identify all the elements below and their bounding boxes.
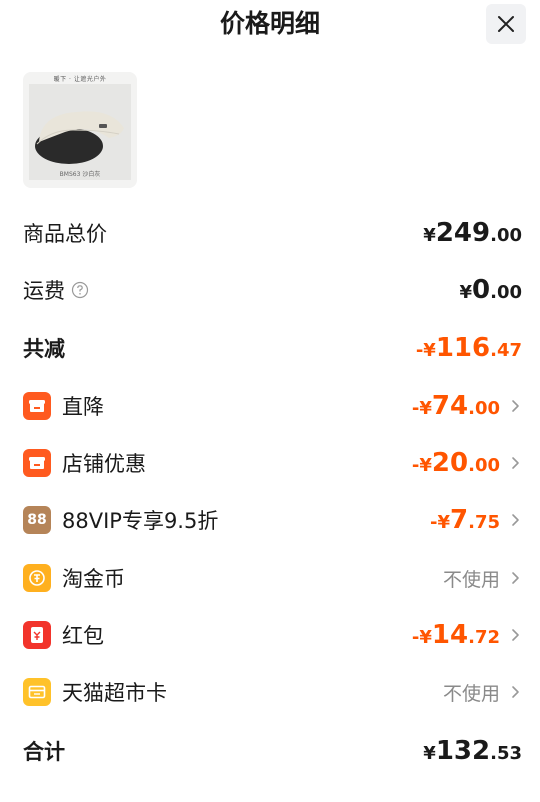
row-tmall-card[interactable]: 天猫超市卡 不使用 — [23, 672, 522, 712]
page-title: 价格明细 — [219, 9, 320, 38]
row-red-packet[interactable]: 红包 - ¥ 14 .72 — [23, 615, 522, 655]
amount-integer: 0 — [472, 275, 491, 305]
coin-icon — [23, 564, 51, 592]
amount-decimal: .53 — [490, 743, 522, 764]
amount-currency: ¥ — [419, 398, 432, 419]
taojinbi-label: 淘金币 — [62, 567, 125, 591]
amount-decimal: .00 — [468, 398, 500, 419]
chevron-right-icon — [512, 457, 519, 469]
vip-discount-label: 88VIP专享9.5折 — [62, 509, 219, 533]
tmall-card-status: 不使用 — [442, 682, 500, 705]
help-circle-icon[interactable] — [71, 281, 89, 299]
amount-currency: ¥ — [423, 340, 436, 361]
amount-decimal: .47 — [490, 340, 522, 361]
chevron-right-icon — [512, 400, 519, 412]
vip-88-icon: 88 — [23, 506, 51, 534]
product-image-bottom-text: BMS63 沙白灰 — [59, 171, 101, 178]
amount-integer: 20 — [431, 448, 469, 478]
row-grand-total: 合计 ¥ 132 .53 — [23, 731, 522, 771]
row-shop-discount[interactable]: 店铺优惠 - ¥ 20 .00 — [23, 443, 522, 483]
chevron-right-icon — [512, 572, 519, 584]
amount-integer: 74 — [431, 391, 469, 421]
row-total-reduction: 共减 - ¥ 116 .47 — [23, 328, 522, 368]
amount-currency: ¥ — [459, 282, 473, 303]
amount-currency: ¥ — [419, 455, 432, 476]
amount-integer: 132 — [435, 736, 491, 766]
row-subtotal: 商品总价 ¥ 249 .00 — [23, 213, 522, 253]
amount-sign: - — [411, 627, 420, 648]
direct-discount-label: 直降 — [62, 395, 104, 419]
card-icon — [23, 678, 51, 706]
taojinbi-status: 不使用 — [442, 568, 500, 591]
shop-discount-amount: - ¥ 20 .00 — [412, 448, 500, 478]
amount-integer: 116 — [435, 333, 491, 363]
row-taojinbi[interactable]: 淘金币 不使用 — [23, 558, 522, 598]
shop-discount-label: 店铺优惠 — [62, 452, 146, 476]
product-image — [29, 84, 131, 180]
shipping-amount: ¥ 0 .00 — [459, 275, 522, 305]
amount-sign: - — [430, 512, 438, 533]
vip-discount-amount: - ¥ 7 .75 — [430, 505, 500, 535]
amount-currency: ¥ — [423, 225, 436, 246]
amount-integer: 7 — [450, 505, 469, 535]
amount-sign: - — [411, 455, 420, 476]
grand-total-amount: ¥ 132 .53 — [423, 736, 522, 766]
chevron-right-icon — [512, 686, 519, 698]
amount-decimal: .75 — [468, 512, 500, 533]
chevron-right-icon — [512, 629, 519, 641]
amount-integer: 249 — [435, 218, 491, 248]
header: 价格明细 — [0, 0, 540, 50]
row-direct-discount[interactable]: 直降 - ¥ 74 .00 — [23, 386, 522, 426]
red-packet-label: 红包 — [62, 624, 104, 648]
shop-icon — [23, 392, 51, 420]
amount-decimal: .72 — [468, 627, 500, 648]
amount-integer: 14 — [431, 620, 469, 650]
tmall-card-label: 天猫超市卡 — [62, 681, 167, 705]
amount-currency: ¥ — [437, 512, 451, 533]
product-image-top-text: 暖下 · 让遮光户外 — [53, 76, 107, 83]
row-vip-discount[interactable]: 88 88VIP专享9.5折 - ¥ 7 .75 — [23, 500, 522, 540]
subtotal-label: 商品总价 — [23, 222, 107, 246]
total-reduction-amount: - ¥ 116 .47 — [416, 333, 522, 363]
amount-decimal: .00 — [468, 455, 500, 476]
direct-discount-amount: - ¥ 74 .00 — [412, 391, 500, 421]
visor-hat-illustration — [35, 111, 124, 164]
close-icon — [498, 16, 514, 32]
product-thumbnail[interactable]: 暖下 · 让遮光户外 BMS63 沙白灰 — [23, 72, 137, 188]
amount-decimal: .00 — [490, 225, 522, 246]
shipping-label: 运费 — [23, 279, 65, 303]
red-packet-amount: - ¥ 14 .72 — [412, 620, 500, 650]
subtotal-amount: ¥ 249 .00 — [423, 218, 522, 248]
store-icon — [23, 449, 51, 477]
amount-decimal: .00 — [490, 282, 522, 303]
grand-total-label: 合计 — [23, 740, 65, 764]
close-button[interactable] — [486, 4, 526, 44]
chevron-right-icon — [512, 514, 519, 526]
amount-currency: ¥ — [423, 743, 436, 764]
row-shipping: 运费 ¥ 0 .00 — [23, 270, 522, 310]
total-reduction-label: 共减 — [23, 337, 65, 361]
amount-currency: ¥ — [419, 627, 432, 648]
red-envelope-icon — [23, 621, 51, 649]
amount-sign: - — [415, 340, 424, 361]
amount-sign: - — [411, 398, 420, 419]
